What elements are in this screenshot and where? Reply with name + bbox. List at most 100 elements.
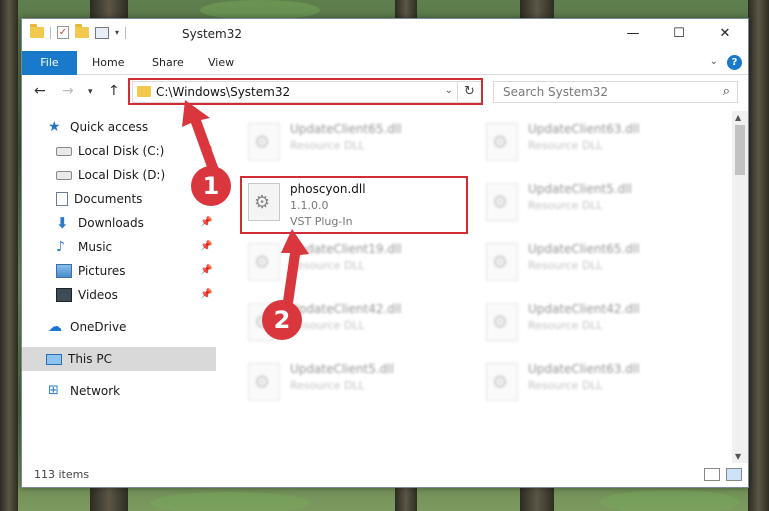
- quick-access-toolbar: ✓ ▾: [30, 24, 127, 39]
- file-type: Resource DLL: [528, 259, 603, 272]
- search-placeholder[interactable]: Search System32: [503, 85, 608, 99]
- details-view-icon[interactable]: [704, 468, 720, 481]
- file-name: phoscyon.dll: [290, 182, 366, 196]
- pc-icon: [46, 353, 62, 365]
- window-title: System32: [182, 27, 243, 41]
- sidebar-item-label: Music: [78, 240, 113, 254]
- foliage: [200, 0, 320, 20]
- sidebar-item-downloads[interactable]: ⬇ Downloads: [56, 211, 144, 235]
- search-icon[interactable]: ⌕: [723, 84, 730, 99]
- file-name: UpdateClient42.dll: [290, 302, 402, 316]
- sidebar-item-pictures[interactable]: Pictures: [56, 259, 126, 283]
- file-item[interactable]: ⚙ UpdateClient19.dll Resource DLL: [244, 237, 464, 289]
- tab-home[interactable]: Home: [92, 51, 124, 75]
- file-item[interactable]: ⚙ UpdateClient63.dll Resource DLL: [482, 357, 702, 409]
- sidebar-item-local-disk-c[interactable]: Local Disk (C:): [56, 139, 164, 163]
- dll-file-icon: ⚙: [486, 123, 518, 161]
- documents-icon: [56, 192, 68, 206]
- file-name: UpdateClient63.dll: [528, 122, 640, 136]
- file-name: UpdateClient65.dll: [528, 242, 640, 256]
- sidebar-item-label: Videos: [78, 288, 118, 302]
- customize-toolbar-dropdown[interactable]: ▾: [115, 28, 119, 37]
- star-icon: ★: [48, 119, 61, 135]
- properties-check-icon[interactable]: ✓: [57, 26, 69, 39]
- scroll-up-icon[interactable]: ▲: [735, 113, 741, 122]
- view-properties-icon[interactable]: [95, 26, 109, 39]
- address-dropdown-icon[interactable]: ⌄: [445, 85, 453, 96]
- recent-locations-dropdown[interactable]: ▾: [88, 87, 93, 97]
- forward-button[interactable]: →: [62, 83, 74, 99]
- file-type: Resource DLL: [528, 379, 603, 392]
- file-name: UpdateClient5.dll: [528, 182, 632, 196]
- address-bar[interactable]: C:\Windows\System32 ⌄ ↻: [132, 81, 482, 103]
- expand-ribbon-icon[interactable]: ⌄: [710, 56, 718, 67]
- sidebar-item-quick-access[interactable]: ★ Quick access: [48, 115, 148, 139]
- tree-trunk: [748, 0, 769, 511]
- navigation-pane: ★ Quick access Local Disk (C:) 📌 Local D…: [22, 111, 216, 463]
- file-name: UpdateClient42.dll: [528, 302, 640, 316]
- sidebar-item-this-pc[interactable]: This PC: [22, 347, 216, 371]
- new-folder-icon[interactable]: [75, 24, 89, 38]
- sidebar-item-label: OneDrive: [70, 320, 127, 334]
- sidebar-item-network[interactable]: ⊞ Network: [48, 379, 120, 403]
- sidebar-item-music[interactable]: ♪ Music: [56, 235, 112, 259]
- sidebar-item-onedrive[interactable]: ☁ OneDrive: [48, 315, 126, 339]
- step-2-badge: 2: [262, 300, 302, 340]
- sidebar-item-label: Downloads: [78, 216, 144, 230]
- file-type: Resource DLL: [528, 319, 603, 332]
- vertical-scrollbar[interactable]: ▲ ▼: [732, 111, 748, 463]
- dll-file-icon: ⚙: [248, 243, 280, 281]
- pin-icon: 📌: [200, 217, 213, 228]
- up-button[interactable]: ↑: [108, 83, 120, 99]
- dll-file-icon: ⚙: [486, 303, 518, 341]
- sidebar-item-local-disk-d[interactable]: Local Disk (D:): [56, 163, 165, 187]
- onedrive-icon: ☁: [48, 319, 62, 335]
- scroll-thumb[interactable]: [735, 125, 745, 175]
- item-count: 113 items: [34, 468, 90, 481]
- sidebar-item-label: This PC: [68, 352, 112, 366]
- tree-trunk: [0, 0, 18, 511]
- sidebar-item-videos[interactable]: Videos: [56, 283, 118, 307]
- tab-share[interactable]: Share: [152, 51, 184, 75]
- address-path[interactable]: C:\Windows\System32: [156, 85, 290, 99]
- back-button[interactable]: ←: [34, 83, 46, 99]
- pin-icon: 📌: [200, 145, 213, 156]
- music-icon: ♪: [56, 239, 65, 255]
- dll-file-icon: ⚙: [248, 363, 280, 401]
- file-name: UpdateClient19.dll: [290, 242, 402, 256]
- pictures-icon: [56, 264, 72, 278]
- dll-file-icon: ⚙: [248, 123, 280, 161]
- disk-icon: [56, 146, 72, 156]
- large-icons-view-icon[interactable]: [726, 468, 742, 481]
- file-type: Resource DLL: [290, 259, 365, 272]
- help-icon[interactable]: ?: [727, 55, 742, 70]
- sidebar-item-label: Documents: [74, 192, 143, 206]
- file-item[interactable]: ⚙ UpdateClient5.dll Resource DLL: [482, 177, 702, 229]
- pin-icon: 📌: [200, 241, 213, 252]
- refresh-icon[interactable]: ↻: [457, 82, 481, 102]
- pin-icon: 📌: [200, 289, 213, 300]
- maximize-button[interactable]: ☐: [656, 19, 702, 49]
- file-item[interactable]: ⚙ UpdateClient65.dll Resource DLL: [482, 237, 702, 289]
- file-item[interactable]: ⚙ UpdateClient42.dll Resource DLL: [482, 297, 702, 349]
- file-item[interactable]: ⚙ UpdateClient63.dll Resource DLL: [482, 117, 702, 169]
- dll-file-icon: ⚙: [486, 243, 518, 281]
- file-list: ⚙ UpdateClient65.dll Resource DLL ⚙ Upda…: [216, 111, 734, 463]
- divider: [125, 26, 127, 39]
- sidebar-item-documents[interactable]: Documents: [56, 187, 142, 211]
- minimize-button[interactable]: —: [610, 19, 656, 49]
- view-toggle: [704, 468, 742, 481]
- scroll-down-icon[interactable]: ▼: [735, 452, 741, 461]
- file-item[interactable]: ⚙ UpdateClient5.dll Resource DLL: [244, 357, 464, 409]
- close-button[interactable]: ✕: [702, 19, 748, 49]
- disk-icon: [56, 170, 72, 180]
- file-item-phoscyon[interactable]: ⚙ phoscyon.dll 1.1.0.0 VST Plug-In: [244, 177, 464, 229]
- file-version: 1.1.0.0: [290, 199, 329, 212]
- folder-icon: [137, 86, 151, 97]
- step-1-badge: 1: [191, 166, 231, 206]
- tab-view[interactable]: View: [208, 51, 234, 75]
- foliage: [150, 492, 310, 511]
- file-item[interactable]: ⚙ UpdateClient65.dll Resource DLL: [244, 117, 464, 169]
- search-box[interactable]: Search System32 ⌕: [493, 81, 738, 103]
- file-name: UpdateClient65.dll: [290, 122, 402, 136]
